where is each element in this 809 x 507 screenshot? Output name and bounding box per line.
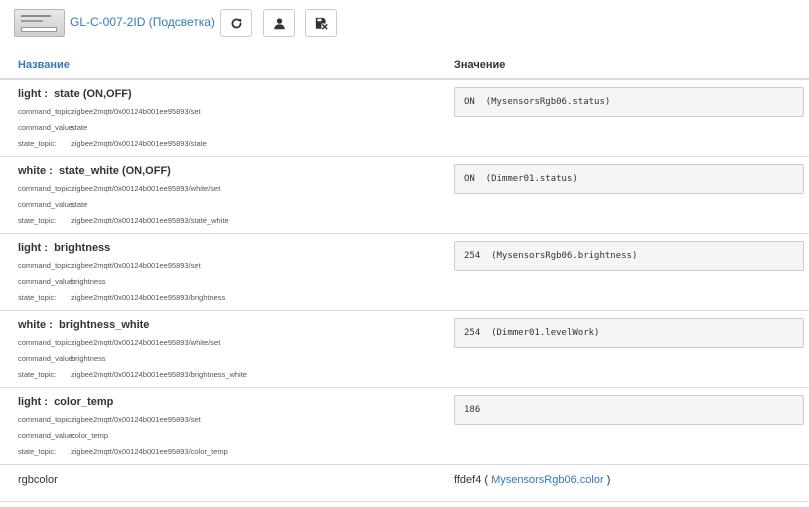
property-title: light : state (ON,OFF) — [18, 88, 132, 100]
state-topic: state_topic: zigbee2mqtt/0x00124b001ee958… — [18, 139, 207, 148]
property-name: brightness_white — [58, 319, 150, 331]
property-name: color_temp — [54, 396, 114, 408]
state-topic: state_topic: zigbee2mqtt/0x00124b001ee958… — [18, 293, 226, 302]
device-title-link[interactable]: GL-C-007-2ID (Подсветка) — [70, 15, 215, 29]
property-group: white : — [18, 165, 53, 177]
value-field[interactable]: 186 — [454, 395, 804, 425]
command-topic: command_topic:zigbee2mqtt/0x00124b001ee9… — [18, 184, 221, 193]
table-row: white : state_white (ON,OFF) command_top… — [0, 157, 809, 234]
refresh-icon — [231, 18, 241, 28]
device-image — [14, 9, 65, 37]
property-group: white : — [18, 319, 53, 331]
property-name: brightness — [54, 242, 111, 254]
property-suffix: (ON,OFF) — [82, 88, 132, 100]
command-topic: command_topic:zigbee2mqtt/0x00124b001ee9… — [18, 338, 221, 347]
save-remove-icon — [315, 17, 328, 30]
command-value: command_value:brightness — [18, 354, 106, 363]
property-group: light : — [18, 88, 48, 100]
property-title: light : brightness — [18, 242, 110, 254]
command-value: command_value:brightness — [18, 277, 106, 286]
state-topic: state_topic: zigbee2mqtt/0x00124b001ee958… — [18, 370, 247, 379]
command-topic: command_topic:zigbee2mqtt/0x00124b001ee9… — [18, 415, 201, 424]
value-field[interactable]: ON (MysensorsRgb06.status) — [454, 87, 804, 117]
table-row: light : state (ON,OFF) command_topic:zig… — [0, 80, 809, 157]
state-topic: state_topic: zigbee2mqtt/0x00124b001ee958… — [18, 216, 229, 225]
refresh-button[interactable] — [220, 9, 252, 37]
device-header: GL-C-007-2ID (Подсветка) — [0, 0, 809, 48]
column-header-value: Значение — [454, 59, 506, 71]
user-button[interactable] — [263, 9, 295, 37]
column-header-name[interactable]: Название — [18, 59, 70, 71]
property-name: state_white — [58, 165, 119, 177]
table-row: white : brightness_white command_topic:z… — [0, 311, 809, 388]
command-value: command_value:color_temp — [18, 431, 109, 440]
property-suffix: (ON,OFF) — [121, 165, 171, 177]
command-value: command_value:state — [18, 200, 88, 209]
table-row: light : color_temp command_topic:zigbee2… — [0, 388, 809, 465]
state-topic: state_topic: zigbee2mqtt/0x00124b001ee958… — [18, 447, 228, 456]
table-row-rgbcolor: rgbcolor ffdef4 ( MysensorsRgb06.color ) — [0, 465, 809, 502]
value-field[interactable]: ON (Dimmer01.status) — [454, 164, 804, 194]
property-name: rgbcolor — [18, 474, 58, 486]
property-group: light : — [18, 242, 48, 254]
property-title: white : state_white (ON,OFF) — [18, 165, 171, 177]
table-header: Название Значение — [0, 51, 809, 80]
command-topic: command_topic:zigbee2mqtt/0x00124b001ee9… — [18, 261, 201, 270]
property-title: light : color_temp — [18, 396, 113, 408]
user-icon — [273, 17, 285, 29]
property-name: state — [54, 88, 80, 100]
value-field[interactable]: 254 (Dimmer01.levelWork) — [454, 318, 804, 348]
command-topic: command_topic:zigbee2mqtt/0x00124b001ee9… — [18, 107, 201, 116]
command-value: command_value:state — [18, 123, 88, 132]
value-field[interactable]: 254 (MysensorsRgb06.brightness) — [454, 241, 804, 271]
rgbcolor-value: ffdef4 ( MysensorsRgb06.color ) — [454, 474, 611, 486]
save-remove-button[interactable] — [305, 9, 337, 37]
rgbcolor-link[interactable]: MysensorsRgb06.color — [491, 474, 604, 486]
property-group: light : — [18, 396, 48, 408]
property-title: white : brightness_white — [18, 319, 149, 331]
table-row: light : brightness command_topic:zigbee2… — [0, 234, 809, 311]
